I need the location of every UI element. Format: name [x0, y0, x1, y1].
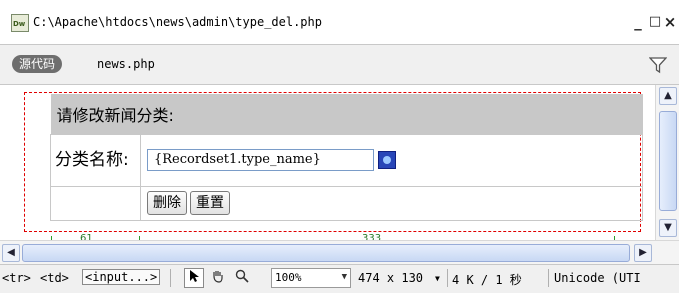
- tag-selector-td[interactable]: <td>: [40, 271, 69, 285]
- hand-icon[interactable]: [208, 268, 228, 288]
- magnifier-glyph: [235, 269, 249, 283]
- tag-selector-input[interactable]: <input...>: [82, 269, 161, 285]
- button-cell: 删除 重置: [140, 185, 643, 221]
- edit-category-table: 请修改新闻分类: 分类名称: {Recordset1.type_name} 删除…: [50, 94, 643, 221]
- column-1-width: 61: [78, 233, 95, 240]
- scroll-down-icon[interactable]: ▼: [659, 219, 677, 237]
- pointer-glyph: [190, 270, 199, 282]
- scroll-right-icon[interactable]: ▶: [634, 244, 652, 262]
- tag-selector-tr[interactable]: <tr>: [2, 271, 31, 285]
- encoding-indicator: Unicode (UTI: [554, 271, 641, 285]
- pointer-icon[interactable]: [184, 268, 204, 288]
- category-name-label: 分类名称:: [50, 133, 141, 187]
- minimize-button[interactable]: _: [629, 12, 647, 32]
- empty-cell: [50, 185, 141, 221]
- horizontal-scroll-thumb[interactable]: [22, 244, 630, 262]
- related-files-bar: 源代码 news.php: [0, 45, 679, 85]
- design-view-canvas[interactable]: 请修改新闻分类: 分类名称: {Recordset1.type_name} 删除…: [0, 85, 655, 240]
- table-row: 删除 重置: [50, 185, 643, 221]
- zoom-select[interactable]: 100% ▼: [271, 268, 351, 288]
- chevron-down-icon: ▼: [341, 272, 347, 282]
- related-file-news-php[interactable]: news.php: [97, 57, 155, 71]
- magnifier-icon[interactable]: [232, 268, 252, 288]
- close-button[interactable]: ×: [661, 12, 679, 32]
- scroll-left-icon[interactable]: ◀: [2, 244, 20, 262]
- hand-glyph: [213, 271, 223, 283]
- reset-button[interactable]: 重置: [190, 191, 230, 215]
- status-bar: <tr> <td> <input...> 100% ▼ 474 x 130 ▼ …: [0, 264, 679, 293]
- window-size-chevron-icon[interactable]: ▼: [435, 274, 440, 283]
- form-heading: 请修改新闻分类:: [56, 105, 174, 125]
- window-title-bar: Dw C:\Apache\htdocs\news\admin\type_del.…: [0, 0, 679, 45]
- delete-button[interactable]: 删除: [147, 191, 187, 215]
- window-title: C:\Apache\htdocs\news\admin\type_del.php: [33, 15, 322, 29]
- source-code-button[interactable]: 源代码: [12, 55, 63, 73]
- category-name-input[interactable]: {Recordset1.type_name}: [147, 149, 374, 171]
- vertical-scroll-thumb[interactable]: [659, 111, 677, 211]
- divider: [548, 269, 549, 287]
- vertical-scrollbar[interactable]: ▲ ▼: [655, 85, 679, 240]
- download-size-time: 4 K / 1 秒: [452, 273, 522, 287]
- filter-icon[interactable]: [649, 56, 667, 74]
- dynamic-data-binding-icon[interactable]: [378, 151, 396, 169]
- table-row: 分类名称: {Recordset1.type_name}: [50, 133, 643, 187]
- horizontal-scrollbar[interactable]: ◀ ▶: [0, 240, 679, 264]
- window-size[interactable]: 474 x 130: [358, 271, 423, 285]
- divider: [447, 269, 448, 287]
- zoom-value: 100%: [275, 271, 302, 284]
- dreamweaver-document-icon: Dw: [11, 14, 29, 32]
- table-row: 请修改新闻分类:: [50, 94, 643, 134]
- category-name-cell: {Recordset1.type_name}: [140, 133, 643, 187]
- scroll-up-icon[interactable]: ▲: [659, 87, 677, 105]
- column-2-width: 333: [360, 233, 384, 240]
- divider: [170, 269, 171, 287]
